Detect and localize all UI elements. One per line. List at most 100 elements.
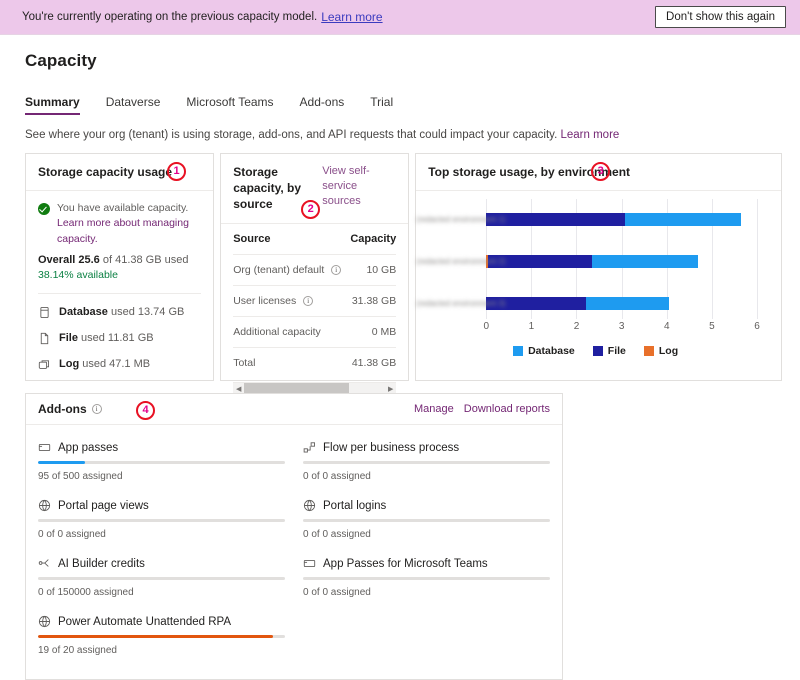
top-storage-usage-by-environment-card: Top storage usage, by environment 3 (red… [415, 153, 782, 381]
capacity-cell-org-default: 10 GB [347, 254, 397, 286]
chart-bar-row[interactable]: (redacted environment 3) [416, 297, 757, 311]
add-on-assigned-text: 0 of 150000 assigned [38, 587, 134, 598]
globe-icon [38, 615, 51, 628]
chart-category-label: (redacted environment 3) [416, 299, 506, 309]
chart-gridline [757, 199, 758, 320]
add-on-item: App Passes for Microsoft Teams 0 of 0 ass… [303, 551, 550, 609]
add-on-assigned-text: 0 of 0 assigned [303, 529, 371, 540]
scroll-right-arrow-icon[interactable]: ▶ [385, 385, 396, 393]
usage-row-file-text: File used 11.81 GB [59, 332, 154, 344]
legend-item-log[interactable]: Log [643, 345, 679, 358]
scroll-left-arrow-icon[interactable]: ◀ [233, 385, 244, 393]
table-header-row: Source Capacity [233, 227, 397, 255]
capacity-status-row: You have available capacity. Learn more … [38, 201, 201, 247]
add-ons-title: Add-ons [38, 402, 87, 416]
legend-item-file[interactable]: File [592, 345, 626, 358]
legend-label: File [607, 345, 626, 358]
tab-add-ons[interactable]: Add-ons [300, 95, 345, 115]
subtitle-learn-more-link[interactable]: Learn more [560, 129, 619, 141]
usage-row-database-text: Database used 13.74 GB [59, 306, 184, 318]
chart-bar-segment-database[interactable] [592, 255, 699, 269]
info-icon[interactable]: i [91, 404, 102, 414]
add-on-assigned-text: 0 of 0 assigned [303, 471, 371, 482]
add-on-progress-bar [303, 519, 550, 522]
capacity-status-text: You have available capacity. Learn more … [57, 201, 201, 247]
chart-x-tick-label: 3 [618, 321, 625, 333]
overall-usage-line: Overall 25.6 of 41.38 GB used [38, 254, 201, 266]
info-icon[interactable]: i [303, 295, 314, 306]
chart-category-label: (redacted environment 2) [416, 257, 506, 267]
table-row: Org (tenant) default i 10 GB [233, 254, 397, 286]
legend-swatch-file [592, 346, 603, 357]
chart-category-label: (redacted environment 1) [416, 215, 506, 225]
chart-bar-segment-database[interactable] [586, 297, 669, 311]
add-on-progress-bar [303, 461, 550, 464]
chart-bar-row[interactable]: (redacted environment 2) [416, 255, 757, 269]
add-on-assigned-text: 0 of 0 assigned [303, 587, 371, 598]
add-on-item: Power Automate Unattended RPA 19 of 20 as… [38, 609, 285, 667]
overall-label: Overall [38, 253, 76, 266]
add-on-name: App Passes for Microsoft Teams [323, 557, 488, 570]
download-reports-link[interactable]: Download reports [464, 403, 550, 415]
app-passes-icon [38, 441, 51, 454]
file-icon [38, 332, 51, 345]
source-label-org-default: Org (tenant) default [233, 263, 325, 276]
globe-icon [38, 499, 51, 512]
add-on-progress-bar [38, 577, 285, 580]
usage-row-file-value: used 11.81 GB [81, 332, 154, 345]
annotation-marker-1: 1 [167, 162, 186, 181]
tab-summary[interactable]: Summary [25, 95, 80, 115]
chart-x-tick-label: 5 [709, 321, 715, 333]
add-on-progress-fill [38, 461, 85, 464]
source-card-body: Source Capacity Org (tenant) default i 1… [221, 224, 408, 395]
add-on-header: Portal logins [303, 499, 550, 512]
capacity-cell-additional: 0 MB [347, 316, 397, 348]
database-icon [38, 306, 51, 319]
source-cell-user-licenses: User licenses i [233, 285, 348, 317]
add-on-header: Power Automate Unattended RPA [38, 615, 285, 628]
storage-capacity-by-source-card: Storage capacity, by source View self-se… [220, 153, 410, 395]
add-on-progress-bar [303, 577, 550, 580]
chart-bar-segment-file[interactable] [486, 213, 625, 227]
add-on-item: AI Builder credits 0 of 150000 assigned [38, 551, 285, 609]
tab-trial[interactable]: Trial [370, 95, 393, 115]
info-icon[interactable]: i [331, 264, 342, 275]
source-label-user-licenses: User licenses [233, 294, 297, 307]
add-on-progress-bar [38, 519, 285, 522]
table-row: Total 41.38 GB [233, 347, 396, 378]
legend-label: Database [528, 345, 575, 358]
add-ons-header: Add-ons i Manage Download reports [26, 394, 562, 425]
add-on-name: Portal page views [58, 499, 149, 512]
source-cell-org-default: Org (tenant) default i [233, 254, 348, 286]
usage-row-log-text: Log used 47.1 MB [59, 358, 150, 370]
tab-bar: Summary Dataverse Microsoft Teams Add-on… [25, 93, 782, 115]
manage-link[interactable]: Manage [414, 403, 454, 415]
add-on-name: Portal logins [323, 499, 387, 512]
storage-capacity-usage-card: Storage capacity usage 1 You have availa… [25, 153, 215, 381]
add-on-item: Flow per business process 0 of 0 assigned [303, 435, 550, 493]
ai-builder-icon [38, 557, 51, 570]
legend-label: Log [658, 345, 679, 358]
chart-x-tick-label: 6 [754, 321, 760, 333]
add-on-header: App passes [38, 441, 285, 454]
capacity-status-message: You have available capacity. [57, 202, 189, 215]
add-on-progress-fill [38, 635, 273, 638]
chart-plot-area: (redacted environment 1) (redacted enviro… [416, 199, 758, 320]
add-ons-card: Add-ons i Manage Download reports 4 App … [25, 393, 563, 680]
chart-bar-segment-database[interactable] [624, 213, 742, 227]
tab-dataverse[interactable]: Dataverse [106, 95, 161, 115]
view-self-service-sources-link[interactable]: View self-service sources [322, 164, 396, 209]
dont-show-again-button[interactable]: Don't show this again [655, 6, 786, 28]
usage-row-log-name: Log [59, 358, 80, 371]
column-header-source[interactable]: Source [233, 227, 348, 255]
chart-bar-row[interactable]: (redacted environment 1) [416, 213, 757, 227]
legend-item-database[interactable]: Database [513, 345, 575, 357]
tab-microsoft-teams[interactable]: Microsoft Teams [186, 95, 273, 115]
log-icon [38, 358, 51, 371]
capacity-status-link[interactable]: Learn more about managing capacity. [57, 217, 189, 244]
banner-message: You're currently operating on the previo… [22, 11, 318, 23]
usage-row-log-value: used 47.1 MB [82, 358, 151, 371]
banner-learn-more-link[interactable]: Learn more [321, 10, 382, 24]
add-on-header: AI Builder credits [38, 557, 285, 570]
column-header-capacity[interactable]: Capacity [347, 227, 397, 255]
